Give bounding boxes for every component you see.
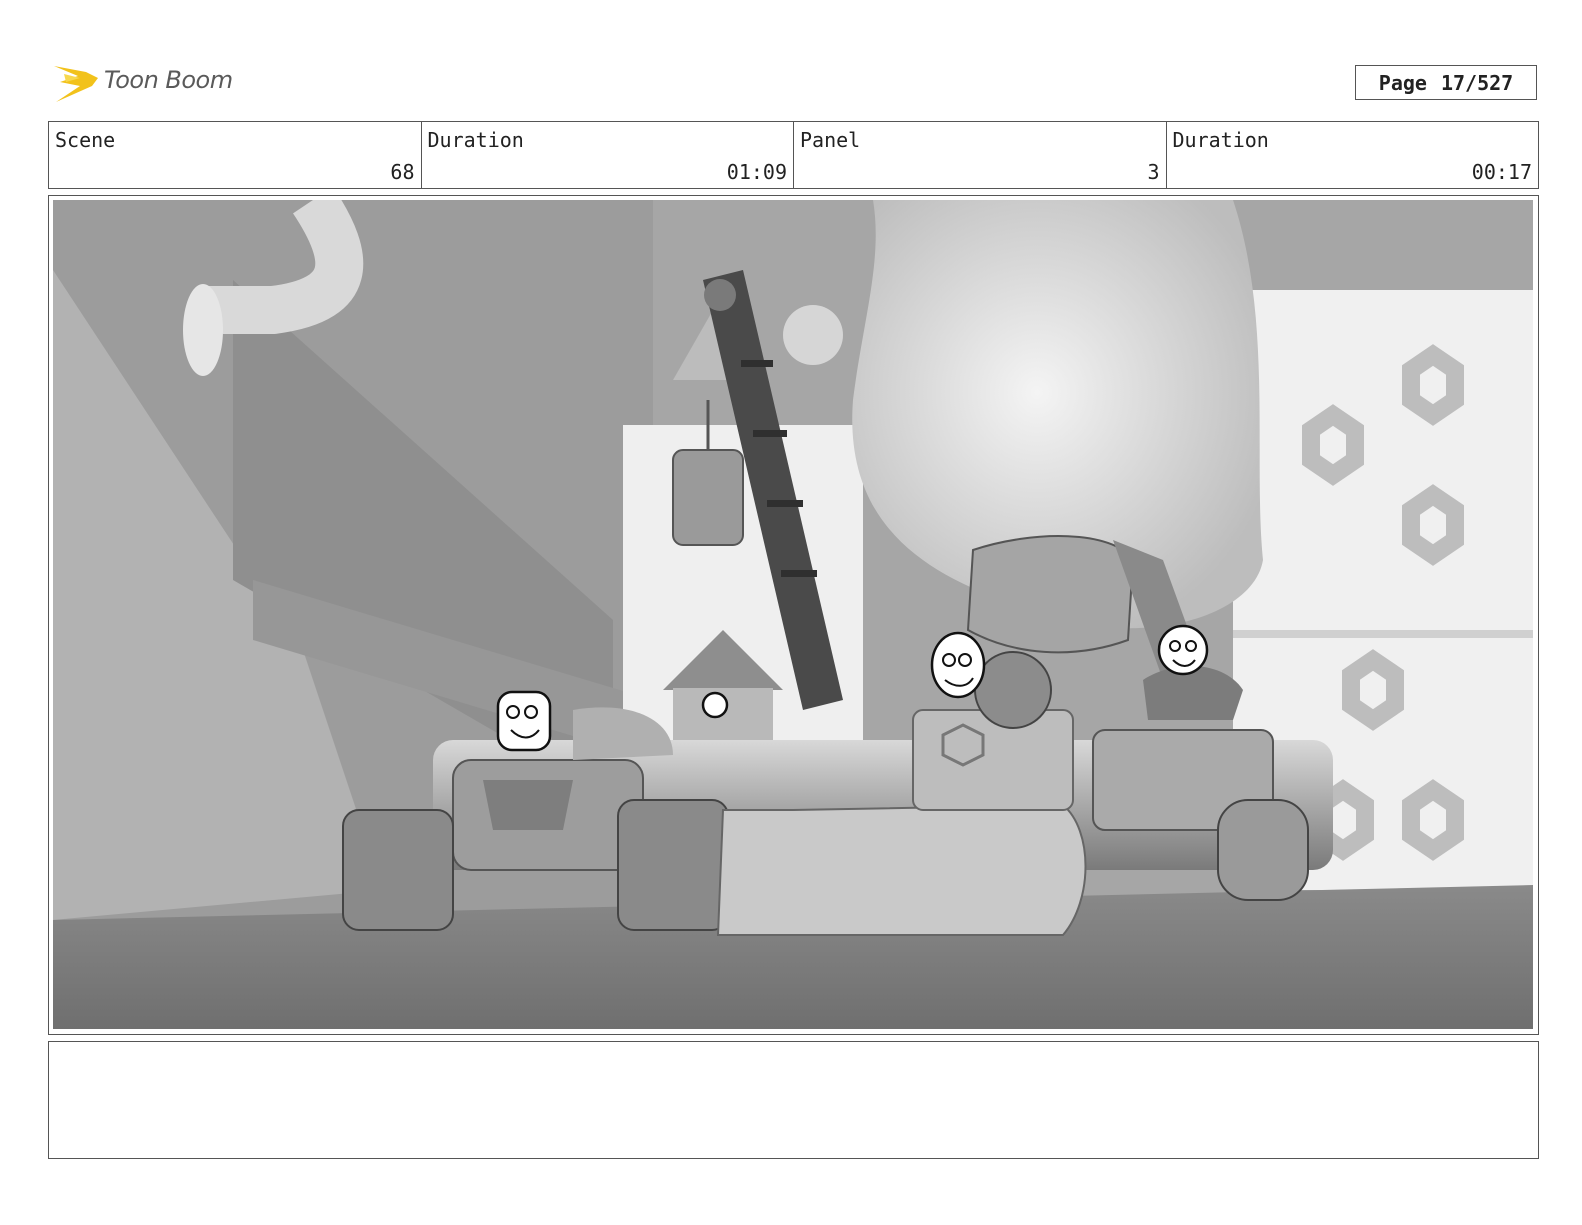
page-label: Page xyxy=(1378,70,1427,95)
panel-info-table: Scene 68 Duration 01:09 Panel 3 Duration… xyxy=(48,121,1539,189)
scene-duration-label: Duration xyxy=(427,128,524,152)
scene-value: 68 xyxy=(390,160,415,184)
scene-cell: Scene 68 xyxy=(49,122,422,188)
panel-notes-area xyxy=(48,1041,1539,1159)
page-number: 17/527 xyxy=(1440,70,1514,95)
storyboard-panel-frame xyxy=(48,195,1539,1035)
panel-value: 3 xyxy=(1147,160,1160,184)
toon-boom-logo: Toon Boom xyxy=(50,56,250,108)
panel-duration-value: 00:17 xyxy=(1471,160,1532,184)
storyboard-panel-image xyxy=(53,200,1533,1029)
panel-label: Panel xyxy=(800,128,861,152)
starburst-icon xyxy=(54,66,98,102)
panel-duration-label: Duration xyxy=(1172,128,1269,152)
scene-duration-value: 01:09 xyxy=(726,160,787,184)
scene-duration-cell: Duration 01:09 xyxy=(422,122,794,188)
panel-cell: Panel 3 xyxy=(794,122,1167,188)
scene-label: Scene xyxy=(55,128,116,152)
page-indicator: Page 17/527 xyxy=(1355,65,1537,100)
logo-text: Toon Boom xyxy=(104,66,233,94)
panel-duration-cell: Duration 00:17 xyxy=(1167,122,1539,188)
